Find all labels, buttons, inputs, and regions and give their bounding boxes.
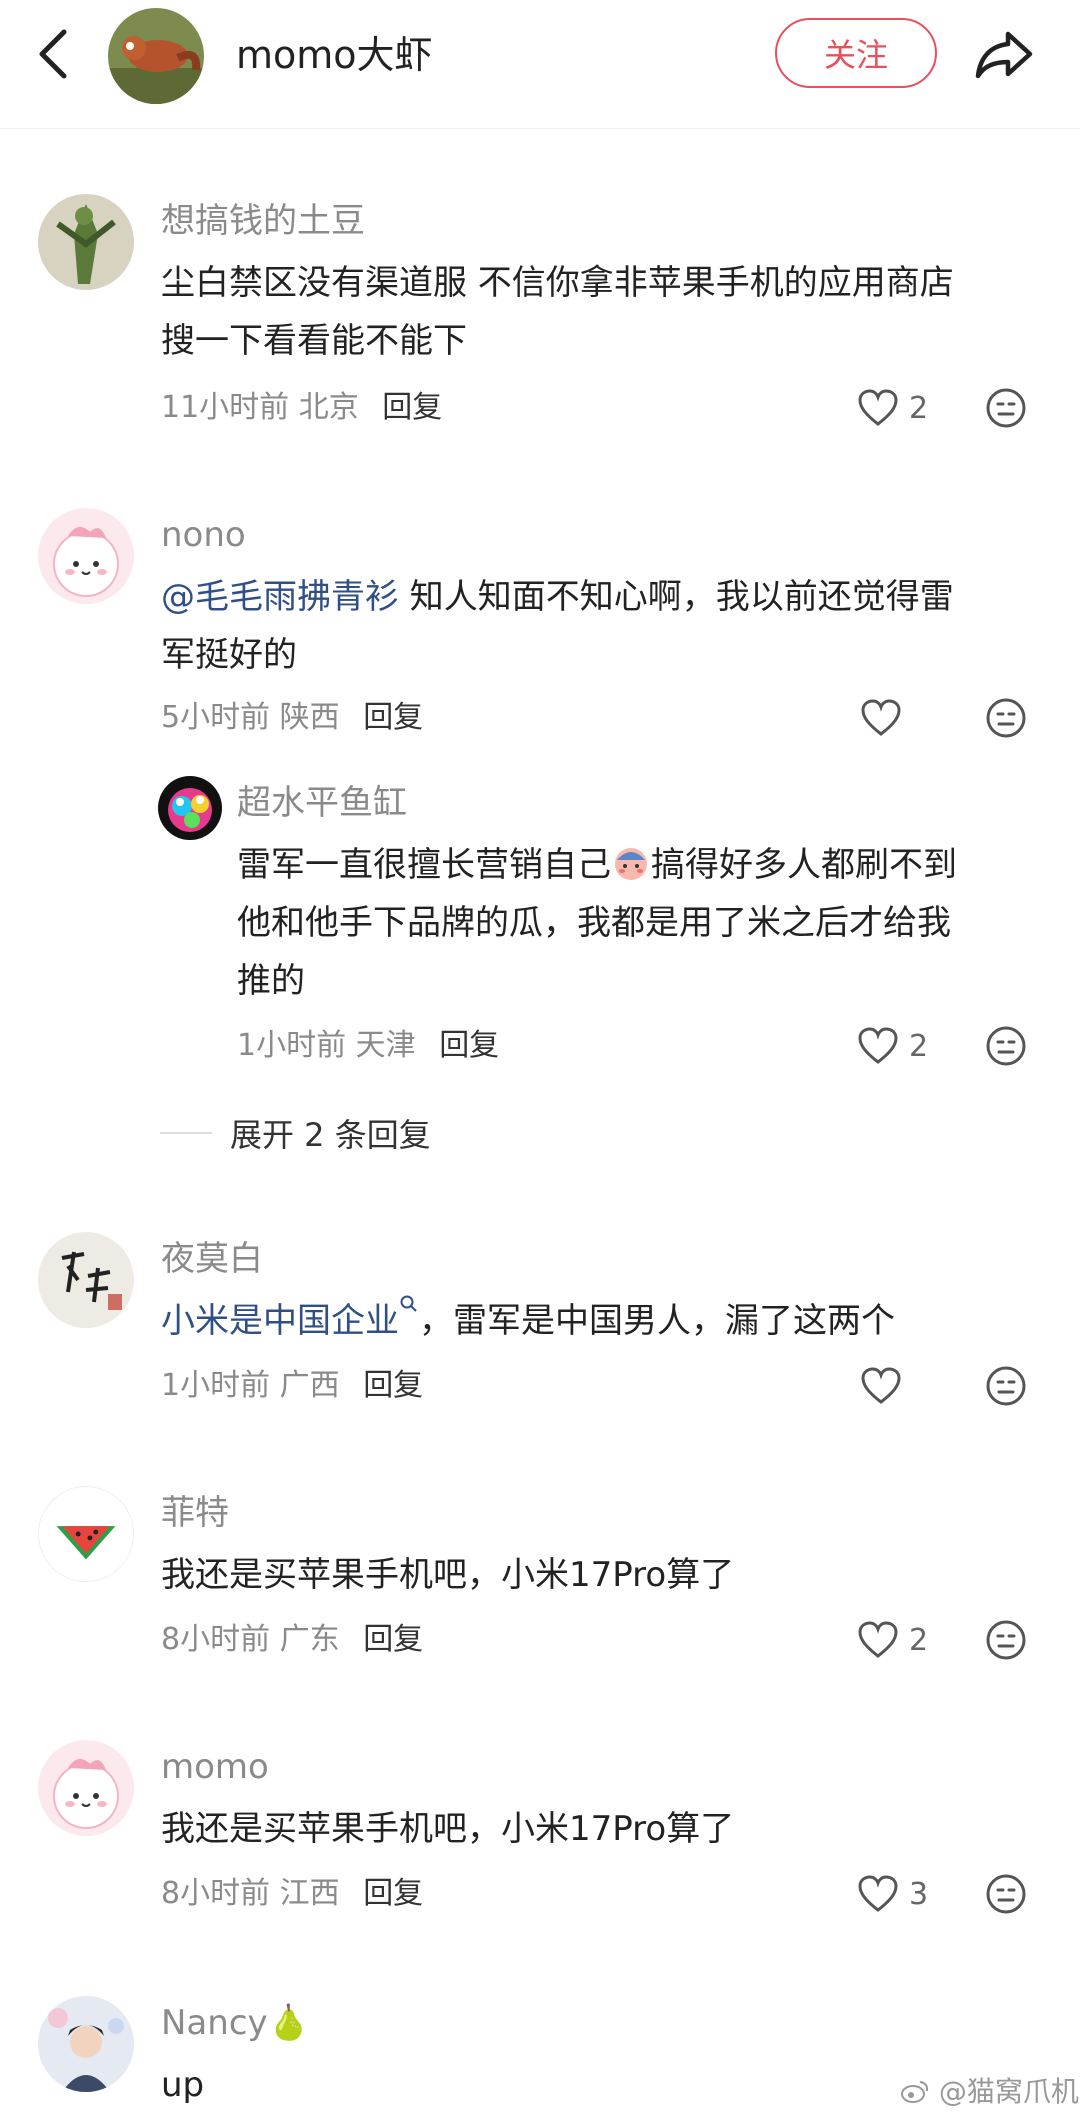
reply-text: 他和他手下品牌的瓜，我都是用了米之后才给我 — [237, 903, 951, 943]
author-name[interactable]: momo大虾 — [236, 32, 433, 78]
heart-icon — [858, 1875, 898, 1912]
reply-button[interactable]: 回复 — [439, 1028, 499, 1063]
comment-username[interactable]: nono — [161, 515, 246, 555]
comment-text: 我还是买苹果手机吧，小米17Pro算了 — [161, 1809, 735, 1849]
comment-text: 我还是买苹果手机吧，小米17Pro算了 — [161, 1555, 735, 1595]
comment-location: 广东 — [279, 1622, 340, 1657]
comment-username[interactable]: Nancy🍐 — [161, 2003, 310, 2043]
username-text[interactable]: Nancy — [161, 2003, 268, 2043]
reply-button[interactable]: 回复 — [363, 1368, 423, 1403]
comment-text: 小米是中国企业 ，雷军是中国男人，漏了这两个 — [161, 1292, 895, 1350]
comment-time: 8小时前 — [161, 1622, 271, 1657]
comment-location: 江西 — [279, 1876, 340, 1911]
comment-text-rest: ，雷军是中国男人，漏了这两个 — [419, 1301, 895, 1341]
reply-button[interactable]: 回复 — [363, 1622, 423, 1657]
avatar[interactable] — [158, 776, 222, 840]
comment-text: 搜一下看看能不能下 — [161, 321, 467, 361]
like-button[interactable]: 3 — [857, 1872, 928, 1916]
heart-icon — [858, 1621, 898, 1658]
emoji-reaction-icon[interactable] — [984, 1618, 1028, 1662]
comment-meta: 5小时前 陕西 回复 — [161, 698, 423, 738]
comment-text: @毛毛雨拂青衫 知人知面不知心啊，我以前还觉得雷 — [161, 568, 954, 626]
like-button[interactable]: 2 — [857, 386, 928, 430]
comment-text: up — [161, 2065, 205, 2105]
reply-username[interactable]: 超水平鱼缸 — [237, 783, 407, 823]
like-button[interactable] — [860, 696, 902, 740]
reply-text: 推的 — [237, 961, 305, 1001]
like-count: 2 — [909, 390, 929, 426]
reply-button[interactable]: 回复 — [363, 1876, 423, 1911]
emoji-reaction-icon[interactable] — [984, 386, 1028, 430]
reply-location: 天津 — [355, 1028, 416, 1063]
like-count: 3 — [909, 1876, 929, 1912]
comment-username[interactable]: momo — [161, 1747, 269, 1787]
search-link[interactable]: 小米是中国企业 — [161, 1301, 399, 1341]
reply-button[interactable]: 回复 — [363, 700, 423, 735]
comment-time: 8小时前 — [161, 1876, 271, 1911]
heart-icon — [861, 699, 901, 736]
expand-replies-label[interactable]: 展开 2 条回复 — [230, 1110, 431, 1156]
top-bar: momo大虾 关注 — [0, 0, 1080, 129]
comment-username[interactable]: 夜莫白 — [161, 1239, 263, 1279]
reply-text-part: 雷军一直很擅长营销自己 — [237, 845, 611, 885]
heart-icon — [861, 1367, 901, 1404]
weibo-logo-icon — [901, 2081, 929, 2103]
reply-text-part: 搞得好多人都刷不到 — [651, 845, 957, 885]
emoji-reaction-icon[interactable] — [984, 1024, 1028, 1068]
mention-link[interactable]: @毛毛雨拂青衫 — [161, 577, 399, 617]
avatar[interactable] — [38, 1486, 134, 1582]
avatar[interactable] — [38, 1232, 134, 1328]
comment-text: 尘白禁区没有渠道服 不信你拿非苹果手机的应用商店 — [161, 263, 954, 303]
comment-meta: 11小时前 北京 回复 — [161, 388, 442, 428]
heart-icon — [858, 389, 898, 426]
expand-replies-button[interactable]: 展开 2 条回复 — [160, 1110, 431, 1156]
emoji-reaction-icon[interactable] — [984, 1364, 1028, 1408]
avatar[interactable] — [38, 1740, 134, 1836]
comment-username[interactable]: 菲特 — [161, 1493, 229, 1533]
comment-text: 军挺好的 — [161, 635, 297, 675]
blushing-face-emoji-icon — [615, 848, 647, 880]
divider — [160, 1132, 212, 1134]
share-icon[interactable] — [972, 22, 1036, 86]
comment-meta: 8小时前 江西 回复 — [161, 1874, 423, 1914]
comment-time: 1小时前 — [161, 1368, 271, 1403]
watermark-text: @猫窝爪机 — [938, 2075, 1079, 2108]
like-button[interactable]: 2 — [857, 1618, 928, 1662]
reply-button[interactable]: 回复 — [382, 390, 442, 425]
avatar[interactable] — [38, 194, 134, 290]
heart-icon — [858, 1027, 898, 1064]
pear-emoji-icon: 🍐 — [267, 2003, 310, 2043]
comment-location: 北京 — [298, 390, 359, 425]
back-arrow-icon[interactable] — [30, 24, 80, 84]
search-icon[interactable] — [399, 1294, 419, 1318]
avatar[interactable] — [38, 508, 134, 604]
comment-meta: 8小时前 广东 回复 — [161, 1620, 423, 1660]
comment-meta: 1小时前 广西 回复 — [161, 1366, 423, 1406]
reply-text: 雷军一直很擅长营销自己 搞得好多人都刷不到 — [237, 836, 957, 894]
comment-text-rest: 知人知面不知心啊，我以前还觉得雷 — [399, 577, 954, 617]
avatar[interactable] — [38, 1996, 134, 2092]
watermark: @猫窝爪机 — [900, 2070, 1079, 2110]
comment-username[interactable]: 想搞钱的土豆 — [161, 201, 365, 241]
emoji-reaction-icon[interactable] — [984, 1872, 1028, 1916]
like-button[interactable]: 2 — [857, 1024, 928, 1068]
reply-time: 1小时前 — [237, 1028, 347, 1063]
comment-time: 11小时前 — [161, 390, 290, 425]
like-count: 2 — [909, 1028, 929, 1064]
comment-location: 广西 — [279, 1368, 340, 1403]
author-avatar[interactable] — [108, 8, 204, 104]
like-count: 2 — [909, 1622, 929, 1658]
emoji-reaction-icon[interactable] — [984, 696, 1028, 740]
follow-button[interactable]: 关注 — [775, 18, 937, 88]
like-button[interactable] — [860, 1364, 902, 1408]
comment-time: 5小时前 — [161, 700, 271, 735]
comment-location: 陕西 — [279, 700, 340, 735]
reply-meta: 1小时前 天津 回复 — [237, 1026, 499, 1066]
